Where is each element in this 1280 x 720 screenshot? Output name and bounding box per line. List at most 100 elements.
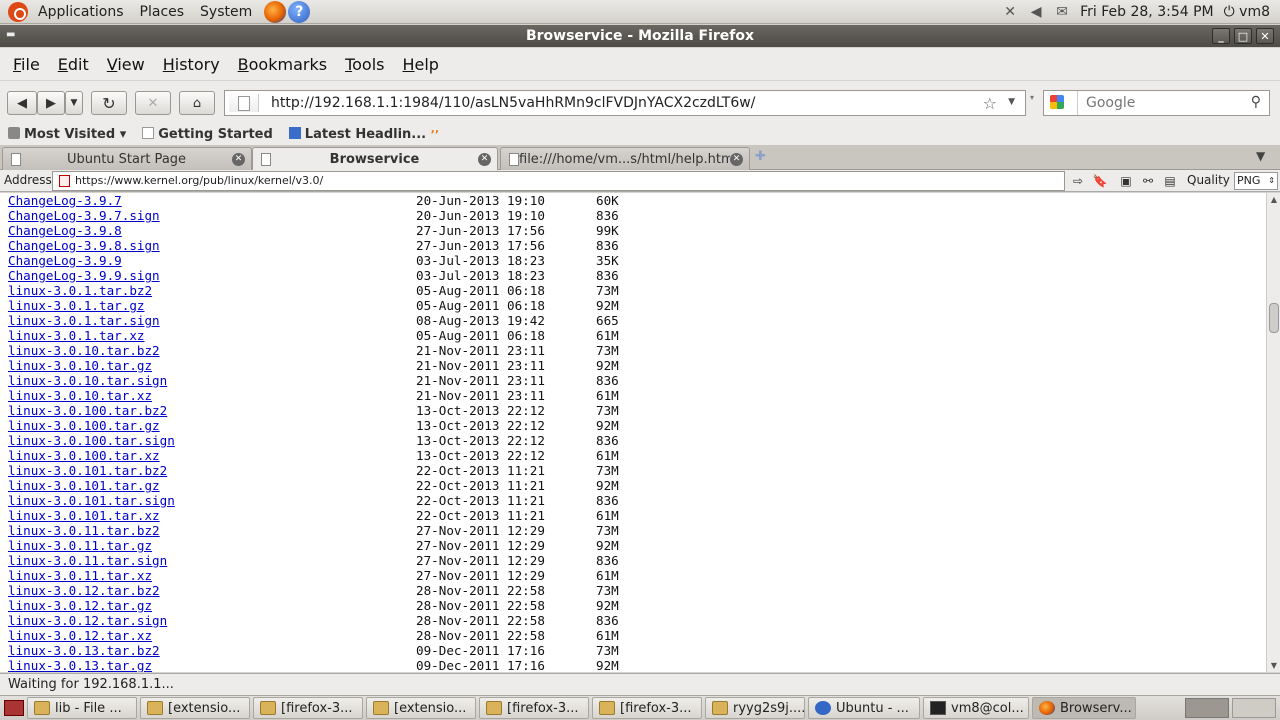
file-link[interactable]: linux-3.0.12.tar.gz <box>8 598 152 613</box>
file-link[interactable]: linux-3.0.12.tar.sign <box>8 613 167 628</box>
minimize-button[interactable]: _ <box>1212 28 1230 44</box>
url-text[interactable]: http://192.168.1.1:1984/110/asLN5vaHhRMn… <box>271 95 755 111</box>
taskbar-window-button[interactable]: ryyg2s9j.... <box>705 697 805 719</box>
vertical-scrollbar[interactable]: ▲ ▼ <box>1266 193 1280 672</box>
file-link[interactable]: ChangeLog-3.9.9 <box>8 253 122 268</box>
file-link[interactable]: linux-3.0.1.tar.bz2 <box>8 283 152 298</box>
forward-button[interactable]: ▶ <box>37 91 65 115</box>
url-bar[interactable]: http://192.168.1.1:1984/110/asLN5vaHhRMn… <box>224 90 1026 116</box>
search-box[interactable]: ⚲ <box>1043 90 1270 116</box>
back-button[interactable]: ◀ <box>7 91 37 115</box>
mail-icon[interactable]: ✉ <box>1054 4 1070 20</box>
close-tab-icon[interactable]: ✕ <box>478 153 491 166</box>
stop-button[interactable]: ✕ <box>135 91 171 115</box>
taskbar-window-button[interactable]: lib - File ... <box>27 697 137 719</box>
file-link[interactable]: linux-3.0.100.tar.sign <box>8 433 175 448</box>
bookmark-icon[interactable]: 🔖 <box>1092 173 1108 189</box>
firefox-launcher-icon[interactable] <box>264 0 287 23</box>
address-field[interactable]: https://www.kernel.org/pub/linux/kernel/… <box>52 171 1065 191</box>
taskbar-window-button[interactable]: [firefox-3... <box>592 697 702 719</box>
menu-history[interactable]: History <box>154 55 229 74</box>
history-dropdown-button[interactable]: ▼ <box>65 91 83 115</box>
system-menu[interactable]: System <box>192 4 260 20</box>
bookmark-getting-started[interactable]: Getting Started <box>142 126 273 142</box>
taskbar-window-button[interactable]: Browserv... <box>1032 697 1136 719</box>
list-all-tabs-icon[interactable]: ▼ <box>1256 149 1265 163</box>
clipboard-icon[interactable]: ▤ <box>1162 173 1178 189</box>
file-link[interactable]: linux-3.0.11.tar.sign <box>8 553 167 568</box>
url-dropdown-icon[interactable]: ▼ <box>1008 97 1015 107</box>
find-icon[interactable]: ⚯ <box>1140 173 1156 189</box>
file-link[interactable]: linux-3.0.11.tar.xz <box>8 568 152 583</box>
volume-icon[interactable]: ◀ <box>1028 4 1044 20</box>
taskbar-window-button[interactable]: vm8@col... <box>923 697 1029 719</box>
file-link[interactable]: linux-3.0.101.tar.xz <box>8 508 160 523</box>
file-link[interactable]: linux-3.0.10.tar.sign <box>8 373 167 388</box>
tab-browservice[interactable]: Browservice ✕ <box>252 147 498 171</box>
taskbar-window-button[interactable]: [extensio... <box>366 697 476 719</box>
search-input[interactable] <box>1086 95 1236 111</box>
bookmark-latest-headlines[interactable]: Latest Headlin... ʼʼ <box>288 126 439 142</box>
search-engine-selector[interactable] <box>1044 91 1078 115</box>
image-format-select[interactable]: PNG ⇕ <box>1234 172 1278 190</box>
file-link[interactable]: linux-3.0.101.tar.bz2 <box>8 463 167 478</box>
file-link[interactable]: linux-3.0.13.tar.bz2 <box>8 643 160 658</box>
file-link[interactable]: ChangeLog-3.9.9.sign <box>8 268 160 283</box>
address-value[interactable]: https://www.kernel.org/pub/linux/kernel/… <box>75 174 323 187</box>
window-menu-icon[interactable]: ▬ <box>6 29 15 40</box>
file-link[interactable]: linux-3.0.100.tar.xz <box>8 448 160 463</box>
file-link[interactable]: linux-3.0.101.tar.sign <box>8 493 175 508</box>
network-icon[interactable]: ✕ <box>1002 4 1018 20</box>
file-link[interactable]: linux-3.0.11.tar.gz <box>8 538 152 553</box>
menu-help[interactable]: Help <box>393 55 447 74</box>
places-menu[interactable]: Places <box>132 4 193 20</box>
scroll-up-icon[interactable]: ▲ <box>1269 195 1279 204</box>
go-icon[interactable]: ⇨ <box>1070 173 1086 189</box>
file-link[interactable]: ChangeLog-3.9.7.sign <box>8 208 160 223</box>
file-link[interactable]: linux-3.0.10.tar.bz2 <box>8 343 160 358</box>
clock[interactable]: Fri Feb 28, 3:54 PM <box>1080 4 1214 20</box>
file-link[interactable]: linux-3.0.100.tar.bz2 <box>8 403 167 418</box>
file-link[interactable]: linux-3.0.11.tar.bz2 <box>8 523 160 538</box>
ubuntu-logo-icon[interactable] <box>8 1 28 22</box>
applications-menu[interactable]: Applications <box>30 4 132 20</box>
file-link[interactable]: ChangeLog-3.9.8.sign <box>8 238 160 253</box>
file-link[interactable]: linux-3.0.10.tar.gz <box>8 358 152 373</box>
taskbar-window-button[interactable]: Ubuntu - ... <box>808 697 920 719</box>
reload-button[interactable]: ↻ <box>91 91 127 115</box>
bookmark-most-visited[interactable]: Most Visited ▾ <box>8 126 126 142</box>
window-titlebar[interactable]: ▬ Browservice - Mozilla Firefox _ □ ✕ <box>0 25 1280 47</box>
taskbar-window-button[interactable]: [firefox-3... <box>479 697 589 719</box>
file-link[interactable]: linux-3.0.12.tar.bz2 <box>8 583 160 598</box>
power-user[interactable]: ⏻ vm8 <box>1224 4 1270 20</box>
menu-view[interactable]: View <box>98 55 154 74</box>
scrollbar-thumb[interactable] <box>1269 303 1279 333</box>
workspace-1[interactable] <box>1185 698 1229 718</box>
file-link[interactable]: linux-3.0.1.tar.xz <box>8 328 144 343</box>
search-icon[interactable]: ⚲ <box>1251 94 1261 110</box>
workspace-2[interactable] <box>1232 698 1276 718</box>
site-identity-icon[interactable] <box>229 94 259 112</box>
new-tab-icon[interactable]: ✚ <box>755 149 766 164</box>
maximize-button[interactable]: □ <box>1234 28 1252 44</box>
file-link[interactable]: linux-3.0.101.tar.gz <box>8 478 160 493</box>
file-link[interactable]: ChangeLog-3.9.8 <box>8 223 122 238</box>
bookmark-star-icon[interactable]: ☆ <box>983 94 997 113</box>
close-tab-icon[interactable]: ✕ <box>730 152 743 166</box>
tab-help-htm[interactable]: file:///home/vm...s/html/help.htm ✕ <box>500 147 750 170</box>
menu-file[interactable]: File <box>4 55 49 74</box>
file-link[interactable]: linux-3.0.1.tar.gz <box>8 298 144 313</box>
taskbar-window-button[interactable]: [extensio... <box>140 697 250 719</box>
file-link[interactable]: linux-3.0.13.tar.gz <box>8 658 152 672</box>
file-link[interactable]: linux-3.0.10.tar.xz <box>8 388 152 403</box>
file-link[interactable]: ChangeLog-3.9.7 <box>8 193 122 208</box>
file-link[interactable]: linux-3.0.100.tar.gz <box>8 418 160 433</box>
menu-bookmarks[interactable]: Bookmarks <box>229 55 336 74</box>
tab-ubuntu-start-page[interactable]: Ubuntu Start Page ✕ <box>2 147 252 170</box>
close-window-button[interactable]: ✕ <box>1256 28 1274 44</box>
scroll-down-icon[interactable]: ▼ <box>1269 661 1279 670</box>
menu-edit[interactable]: Edit <box>49 55 98 74</box>
workspace-switcher[interactable] <box>1185 698 1276 718</box>
help-launcher-icon[interactable]: ? <box>288 0 311 23</box>
menu-tools[interactable]: Tools <box>336 55 393 74</box>
